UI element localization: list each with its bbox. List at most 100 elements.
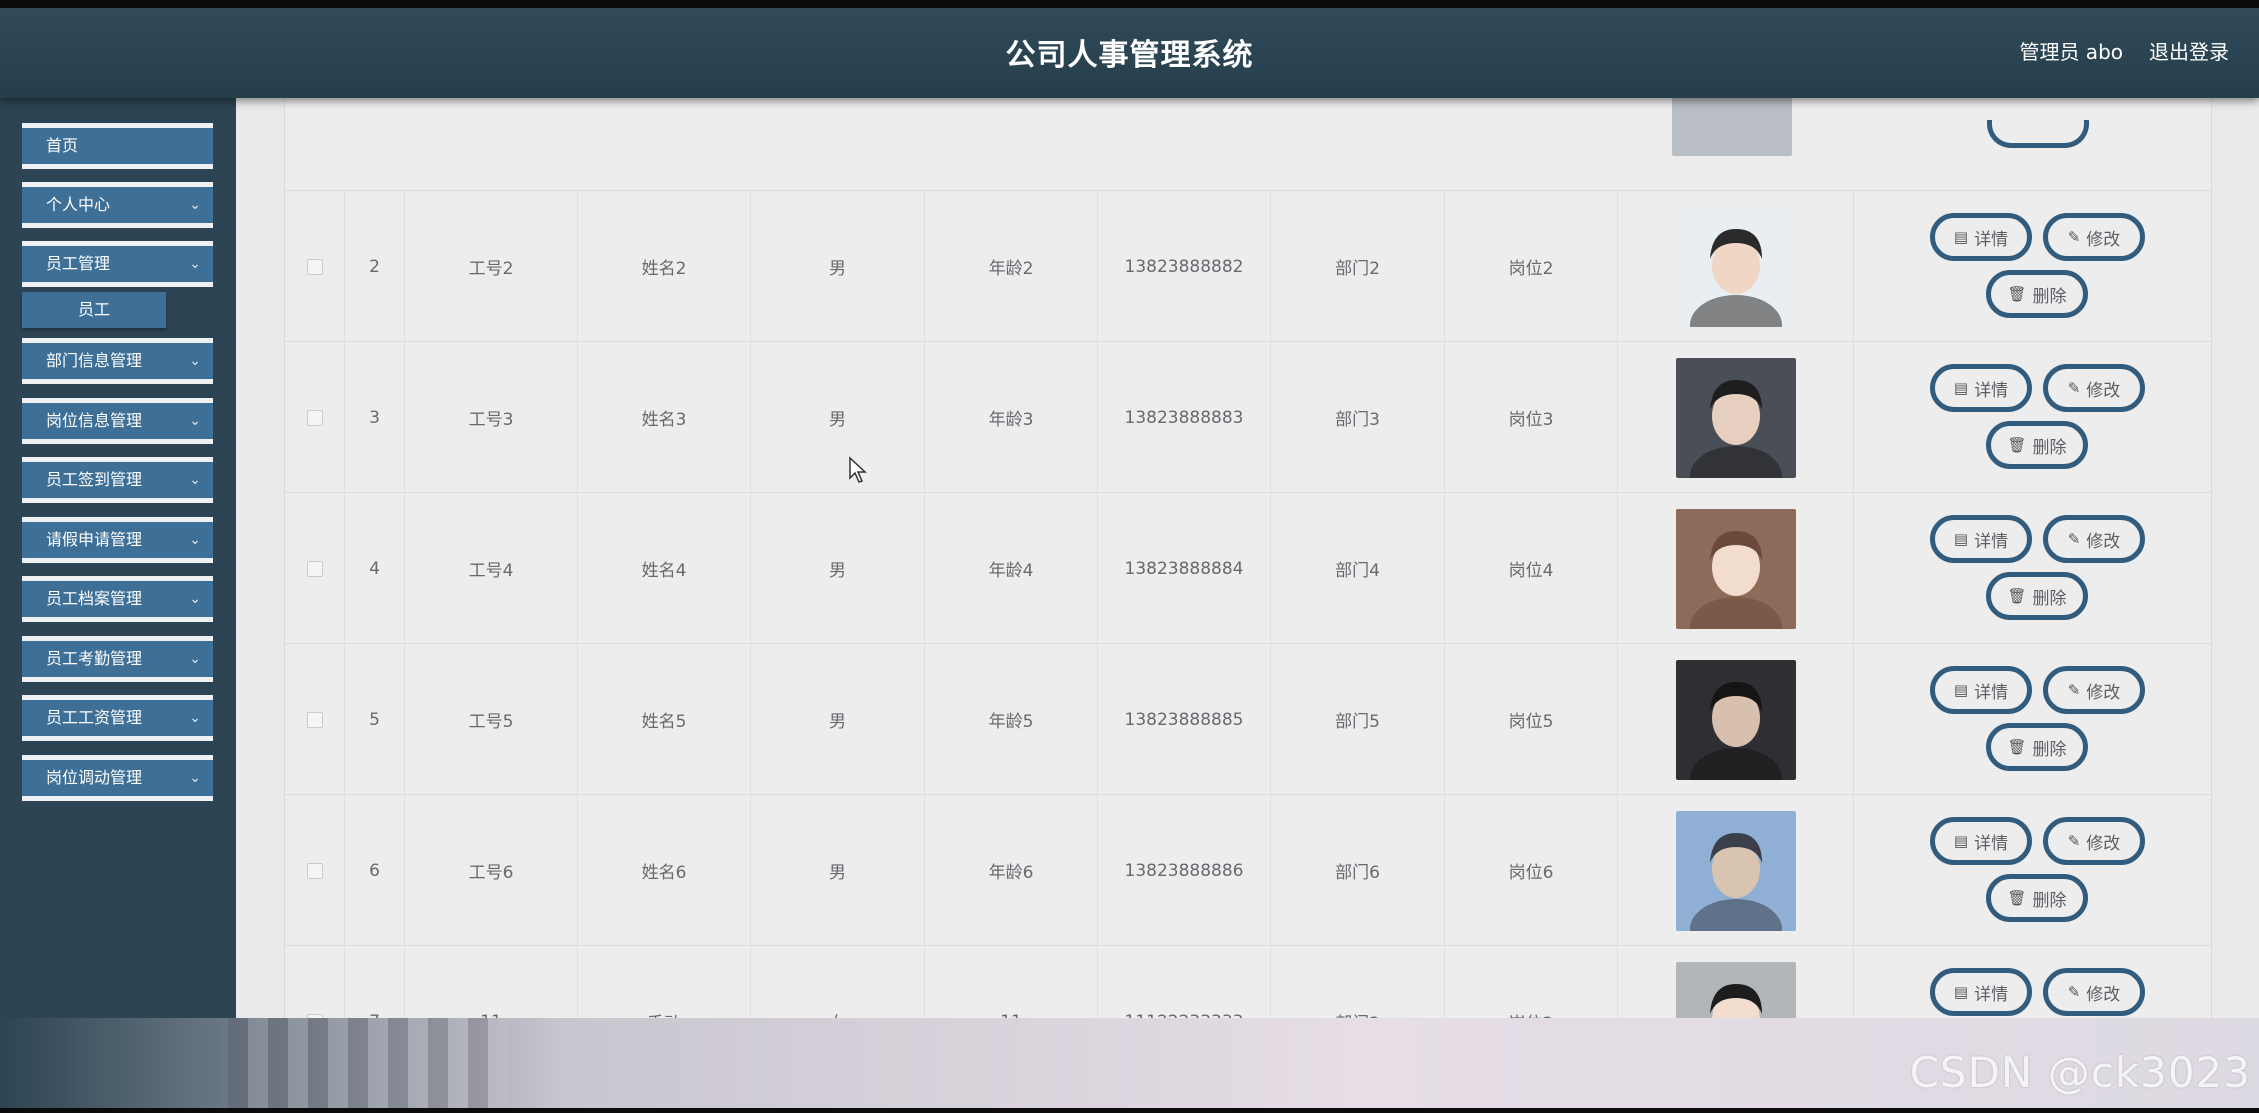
cell-gender-text: 女 xyxy=(829,1009,846,1018)
cell-index-text: 5 xyxy=(369,709,380,730)
delete-button[interactable]: 🗑 删除 xyxy=(1986,270,2088,318)
cell-post: 岗位6 xyxy=(1445,795,1618,946)
table-row: 6 工号6 姓名6 男 年龄6 13823888886 部门6 岗位6 ▤ 详情 ✎ 修改 🗑 删除 xyxy=(285,795,2213,946)
cell-index: 4 xyxy=(345,493,405,644)
employee-photo xyxy=(1672,98,1792,171)
cell-employee-name: 手动 xyxy=(578,946,751,1018)
detail-button[interactable]: ▤ 详情 xyxy=(1930,968,2032,1016)
sidebar-item-attendance[interactable]: 员工考勤管理 ⌄ xyxy=(22,636,213,682)
employee-photo xyxy=(1675,961,1796,1018)
sidebar-item-leave[interactable]: 请假申请管理 ⌄ xyxy=(22,517,213,563)
delete-button-label: 删除 xyxy=(2032,739,2067,760)
table-row: 3 工号3 姓名3 男 年龄3 13823888883 部门3 岗位3 ▤ 详情 ✎ 修改 🗑 删除 xyxy=(285,342,2213,493)
trash-icon: 🗑 xyxy=(2007,436,2027,454)
edit-button[interactable]: ✎ 修改 xyxy=(2043,213,2145,261)
row-checkbox xyxy=(285,342,345,493)
cell-department: 部门2 xyxy=(1271,946,1445,1018)
cell-index-text: 4 xyxy=(369,558,380,579)
sidebar-item-archive[interactable]: 员工档案管理 ⌄ xyxy=(22,576,213,622)
cell-employee-id-text: 工号3 xyxy=(468,410,514,430)
sidebar-item-home[interactable]: 首页 xyxy=(22,123,213,169)
cell-employee-id-text: 工号2 xyxy=(468,259,514,279)
detail-button[interactable]: ▤ 详情 xyxy=(1930,817,2032,865)
mouse-cursor-icon xyxy=(849,456,867,483)
row-checkbox[interactable] xyxy=(306,862,323,879)
employee-photo xyxy=(1675,357,1796,478)
edit-button[interactable]: ✎ 修改 xyxy=(2043,515,2145,563)
edit-button[interactable]: ✎ 修改 xyxy=(2043,666,2145,714)
delete-button[interactable]: 🗑 删除 xyxy=(1986,572,2088,620)
sidebar-subitem-employee[interactable]: 员工 xyxy=(22,292,166,328)
sidebar-item-post[interactable]: 岗位信息管理 ⌄ xyxy=(22,398,213,444)
delete-button[interactable] xyxy=(1987,120,2089,148)
cell-department: 部门4 xyxy=(1271,493,1445,644)
sidebar-item-label: 岗位信息管理 xyxy=(46,411,143,430)
pencil-icon: ✎ xyxy=(2067,681,2081,699)
sidebar-item-label: 请假申请管理 xyxy=(46,530,143,549)
sidebar-item-transfer[interactable]: 岗位调动管理 ⌄ xyxy=(22,755,213,801)
row-checkbox[interactable] xyxy=(306,560,323,577)
sidebar-item-personal-center[interactable]: 个人中心 ⌄ xyxy=(22,182,213,228)
cell-post-text: 岗位5 xyxy=(1508,712,1554,732)
edit-button[interactable]: ✎ 修改 xyxy=(2043,968,2145,1016)
cell-phone-text: 13823888882 xyxy=(1124,256,1244,277)
cell-employee-name: 姓名5 xyxy=(578,644,751,795)
pencil-icon: ✎ xyxy=(2067,983,2081,1001)
cell-employee-name-text: 手动 xyxy=(647,1009,681,1018)
cell-employee-id: 工号3 xyxy=(405,342,578,493)
sidebar: 首页 个人中心 ⌄ 员工管理 ⌄ 员工 部门信息管理 ⌄ 岗位信息管理 ⌄ 员工签到管理… xyxy=(0,98,236,1108)
cell-employee-name-text: 姓名4 xyxy=(641,561,687,581)
delete-button-label: 删除 xyxy=(2032,286,2067,307)
sidebar-item-label: 员工考勤管理 xyxy=(46,649,143,668)
detail-button[interactable]: ▤ 详情 xyxy=(1930,666,2032,714)
sidebar-item-department[interactable]: 部门信息管理 ⌄ xyxy=(22,338,213,384)
edit-button[interactable]: ✎ 修改 xyxy=(2043,364,2145,412)
table-row xyxy=(285,98,2213,191)
cell-post: 岗位2 xyxy=(1445,191,1618,342)
edit-button[interactable]: ✎ 修改 xyxy=(2043,817,2145,865)
detail-button[interactable]: ▤ 详情 xyxy=(1930,515,2032,563)
detail-button[interactable]: ▤ 详情 xyxy=(1930,213,2032,261)
cell-gender: 男 xyxy=(751,342,925,493)
cell-age: 11 xyxy=(925,946,1098,1018)
trash-icon: 🗑 xyxy=(2007,285,2027,303)
chevron-down-icon: ⌄ xyxy=(189,197,201,213)
sidebar-item-label: 员工档案管理 xyxy=(46,589,143,608)
delete-button[interactable]: 🗑 删除 xyxy=(1986,421,2088,469)
cell-phone-text: 13823888886 xyxy=(1124,860,1244,881)
cell-phone-text: 13823888884 xyxy=(1124,558,1244,579)
cell-age: 年龄6 xyxy=(925,795,1098,946)
detail-button[interactable]: ▤ 详情 xyxy=(1930,364,2032,412)
cell-employee-name-text: 姓名5 xyxy=(641,712,687,732)
sidebar-item-label: 首页 xyxy=(46,136,79,155)
cell-photo xyxy=(1618,342,1854,493)
pencil-icon: ✎ xyxy=(2067,530,2081,548)
sidebar-item-label: 员工工资管理 xyxy=(46,708,143,727)
cell-employee-name-text: 姓名2 xyxy=(641,259,687,279)
detail-button-label: 详情 xyxy=(1974,380,2009,401)
sidebar-item-employee-management[interactable]: 员工管理 ⌄ xyxy=(22,241,213,287)
logout-link[interactable]: 退出登录 xyxy=(2149,36,2229,65)
cell-index-text: 3 xyxy=(369,407,380,428)
sidebar-item-salary[interactable]: 员工工资管理 ⌄ xyxy=(22,695,213,741)
cell-employee-id: 工号4 xyxy=(405,493,578,644)
delete-button-label: 删除 xyxy=(2032,890,2067,911)
employee-photo xyxy=(1675,659,1796,780)
detail-button-label: 详情 xyxy=(1974,682,2009,703)
delete-button[interactable]: 🗑 删除 xyxy=(1986,723,2088,771)
row-checkbox xyxy=(285,795,345,946)
chevron-down-icon: ⌄ xyxy=(189,532,201,548)
row-checkbox[interactable] xyxy=(306,258,323,275)
cell-index-text: 2 xyxy=(369,256,380,277)
cell-photo xyxy=(1618,795,1854,946)
cell-age-text: 年龄4 xyxy=(988,561,1034,581)
cell-age-text: 年龄3 xyxy=(988,410,1034,430)
cell-employee-id: 工号6 xyxy=(405,795,578,946)
delete-button[interactable]: 🗑 删除 xyxy=(1986,874,2088,922)
chevron-down-icon: ⌄ xyxy=(189,256,201,272)
row-checkbox[interactable] xyxy=(306,711,323,728)
pencil-icon: ✎ xyxy=(2067,832,2081,850)
row-checkbox xyxy=(285,946,345,1018)
sidebar-item-checkin[interactable]: 员工签到管理 ⌄ xyxy=(22,457,213,503)
row-checkbox[interactable] xyxy=(306,409,323,426)
